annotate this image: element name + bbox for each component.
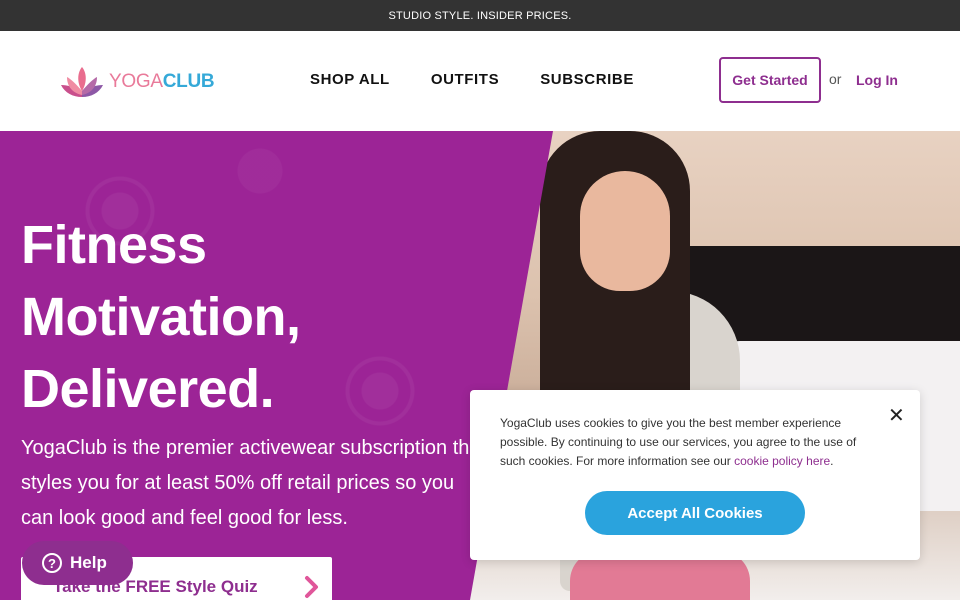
- nav-shop-all[interactable]: SHOP ALL: [310, 71, 390, 88]
- photo-face: [580, 171, 670, 291]
- get-started-button[interactable]: Get Started: [719, 57, 821, 103]
- lotus-icon: [61, 67, 103, 97]
- announcement-text: STUDIO STYLE. INSIDER PRICES.: [388, 9, 572, 22]
- cookie-banner: YogaClub uses cookies to give you the be…: [470, 390, 920, 560]
- hero-description: YogaClub is the premier activewear subsc…: [21, 437, 487, 529]
- main-nav: SHOP ALL OUTFITS SUBSCRIBE: [310, 71, 634, 88]
- cookie-message: YogaClub uses cookies to give you the be…: [500, 414, 880, 471]
- chevron-right-icon: [305, 576, 318, 598]
- logo-club: CLUB: [162, 71, 215, 92]
- nav-subscribe[interactable]: SUBSCRIBE: [540, 71, 634, 88]
- hero-title: Fitness Motivation, Delivered.: [21, 209, 481, 425]
- accept-cookies-button[interactable]: Accept All Cookies: [585, 491, 805, 535]
- logo-text: YOGACLUB: [109, 71, 215, 93]
- help-button[interactable]: ? Help: [22, 541, 133, 585]
- announcement-bar: STUDIO STYLE. INSIDER PRICES.: [0, 0, 960, 31]
- question-icon: ?: [42, 553, 62, 573]
- or-separator: or: [829, 71, 842, 87]
- help-label: Help: [70, 553, 107, 572]
- site-header: YOGACLUB SHOP ALL OUTFITS SUBSCRIBE Get …: [0, 31, 960, 131]
- hero-title-line-2: Motivation,: [21, 287, 301, 347]
- nav-outfits[interactable]: OUTFITS: [431, 71, 499, 88]
- log-in-link[interactable]: Log In: [856, 72, 898, 88]
- yogaclub-logo[interactable]: YOGACLUB: [59, 63, 215, 101]
- close-icon[interactable]: ✕: [888, 403, 905, 428]
- cookie-policy-link[interactable]: cookie policy here: [734, 454, 830, 468]
- logo-yoga: YOGA: [109, 71, 163, 92]
- hero-title-line-1: Fitness: [21, 215, 207, 275]
- hero-title-line-3: Delivered.: [21, 359, 275, 419]
- cookie-text-end: .: [830, 454, 834, 468]
